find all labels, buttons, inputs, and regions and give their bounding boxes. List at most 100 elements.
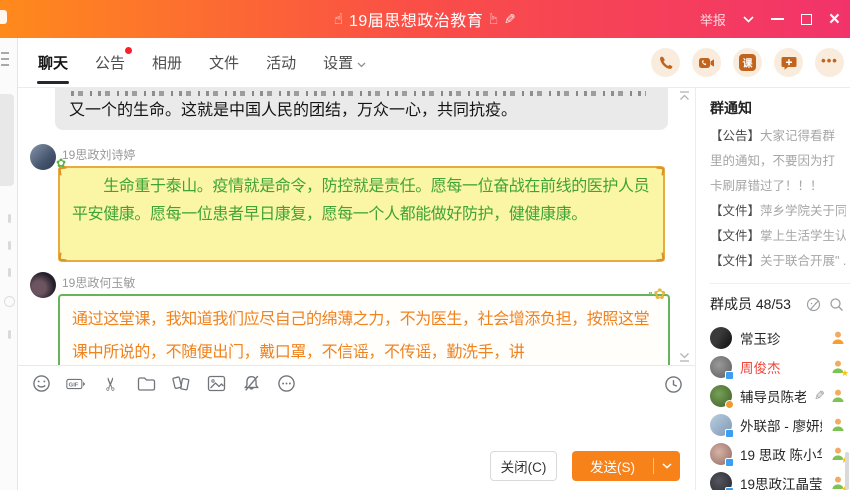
send-image-button[interactable] (206, 374, 226, 394)
member-row[interactable]: 辅导员陈老 ✎ (710, 381, 846, 410)
send-button-label: 发送(S) (572, 456, 653, 476)
tab-activities[interactable]: 活动 (266, 38, 296, 87)
message-text: 生命重于泰山。疫情就是命令，防控就是责任。愿每一位奋战在前线的医护人员平安健康。… (72, 173, 651, 229)
svg-text:GIF: GIF (69, 382, 79, 388)
edit-remark-icon[interactable]: ✎ (814, 388, 825, 404)
sender-name: 19思政刘诗婷 (62, 146, 135, 163)
member-row[interactable]: 19 思政 陈小华 ★ (710, 439, 846, 468)
member-name: 外联部 - 廖妍婷 (740, 415, 822, 435)
more-dots-icon: ••• (821, 53, 838, 68)
message-text: 通过这堂课，我知道我们应尽自己的绵薄之力，不为医生，社会增添负担，按照这堂课中所… (72, 303, 656, 365)
bell-slash-icon[interactable] (241, 374, 261, 394)
bubble-corner-decoration (58, 252, 67, 261)
avatar[interactable] (30, 272, 56, 298)
avatar[interactable] (710, 385, 732, 407)
send-button[interactable]: 发送(S) (572, 451, 680, 481)
more-actions-button[interactable]: ••• (815, 48, 844, 77)
message-text: 又一个的生命。这就是中国人民的团结，万众一心，共同抗疫。 (69, 96, 654, 126)
avatar[interactable] (710, 327, 732, 349)
send-options-chevron-icon[interactable] (654, 463, 680, 469)
minimize-button[interactable] (771, 18, 784, 20)
mobile-online-badge (725, 487, 734, 490)
composer-toolbar: GIF ✂ (18, 365, 695, 401)
close-window-button[interactable]: × (829, 10, 840, 29)
edit-title-icon[interactable]: ✎ (504, 11, 516, 28)
tab-album[interactable]: 相册 (152, 38, 182, 87)
mobile-online-badge (725, 429, 734, 438)
avatar[interactable] (30, 144, 56, 170)
notice-item[interactable]: 【文件】掌上生活学生认... (710, 224, 846, 249)
titlebar: ☝ 19届思想政治教育 ☝ ✎ 举报 × (0, 0, 850, 38)
class-icon: 课 (739, 54, 756, 71)
avatar[interactable] (710, 356, 732, 378)
notice-item[interactable]: 【文件】关于联合开展" ... (710, 249, 846, 274)
message-history-button[interactable] (663, 374, 683, 394)
new-post-button[interactable] (774, 48, 803, 77)
tab-files[interactable]: 文件 (209, 38, 239, 87)
emoji-button[interactable] (31, 374, 51, 394)
background-fragment (8, 241, 11, 250)
chevron-down-icon (357, 55, 366, 72)
member-level-icon: ★ (830, 475, 846, 490)
avatar[interactable] (710, 472, 732, 490)
report-button[interactable]: 举报 (700, 10, 726, 29)
tab-settings[interactable]: 设置 (323, 38, 366, 87)
member-level-icon (830, 417, 846, 433)
online-class-button[interactable]: 课 (733, 48, 762, 77)
group-chat-window: ☝ 19届思想政治教育 ☝ ✎ 举报 × 聊天 公告 (0, 0, 850, 490)
background-fragment (8, 330, 11, 339)
mobile-online-badge (725, 458, 734, 467)
member-row[interactable]: 外联部 - 廖妍婷 (710, 410, 846, 439)
scroll-to-top-button[interactable] (678, 90, 691, 103)
voice-call-button[interactable] (651, 48, 680, 77)
phone-icon (658, 55, 674, 71)
mobile-online-badge (725, 371, 734, 380)
chat-message-area: 又一个的生命。这就是中国人民的团结，万众一心，共同抗疫。 19思政刘诗婷 ✿ 生… (18, 88, 695, 365)
more-tools-button[interactable] (276, 374, 296, 394)
notice-item[interactable]: 【公告】大家记得看群里的通知，不要因为打卡刷屏错过了！！！ (710, 124, 846, 199)
close-button[interactable]: 关闭(C) (490, 451, 557, 481)
video-call-button[interactable] (692, 48, 721, 77)
scroll-to-bottom-button[interactable] (678, 350, 691, 363)
screen-share-button[interactable] (171, 374, 191, 394)
bubble-corner-decoration (655, 166, 664, 175)
notice-text: 萍乡学院关于同... (760, 204, 846, 218)
member-name: 常玉珍 (740, 328, 781, 348)
send-file-button[interactable] (136, 374, 156, 394)
video-camera-icon (698, 56, 715, 70)
avatar[interactable] (710, 414, 732, 436)
background-menu-icon (1, 52, 9, 70)
member-level-icon (830, 388, 846, 404)
search-member-icon[interactable] (829, 297, 844, 312)
anonymous-chat-icon[interactable] (806, 297, 821, 312)
members-header: 群成员 48/53 (710, 294, 844, 314)
member-row[interactable]: 常玉珍 (710, 323, 846, 352)
notice-tag: 【文件】 (710, 254, 760, 268)
notice-text: 关于联合开展" ... (760, 254, 846, 268)
notice-item[interactable]: 【文件】萍乡学院关于同... (710, 199, 846, 224)
message-bubble-yellow: ✿ 生命重于泰山。疫情就是命令，防控就是责任。愿每一位奋战在前线的医护人员平安健… (58, 166, 665, 262)
window-controls: 举报 × (700, 0, 840, 38)
member-row[interactable]: 周俊杰 ★ (710, 352, 846, 381)
member-name: 辅导员陈老 (740, 386, 806, 406)
notification-dot (125, 47, 132, 54)
notice-text: 掌上生活学生认... (760, 229, 846, 243)
gif-button[interactable]: GIF (66, 374, 86, 394)
sidebar-scrollbar[interactable] (845, 452, 849, 490)
tab-chat[interactable]: 聊天 (38, 38, 68, 87)
header-actions: 课 ••• (651, 48, 850, 77)
message-input[interactable] (18, 401, 695, 451)
tab-announcement[interactable]: 公告 (95, 38, 125, 87)
member-level-icon (830, 330, 846, 346)
group-sidebar: 群通知 【公告】大家记得看群里的通知，不要因为打卡刷屏错过了！！！ 【文件】萍乡… (695, 88, 850, 490)
background-app-strip (0, 38, 18, 490)
maximize-button[interactable] (801, 14, 812, 25)
star-icon: ★ (841, 369, 849, 378)
tab-bar: 聊天 公告 相册 文件 活动 设置 课 (18, 38, 850, 88)
screenshot-button[interactable]: ✂ (101, 374, 121, 394)
avatar[interactable] (710, 443, 732, 465)
main-window: 聊天 公告 相册 文件 活动 设置 课 (18, 38, 850, 490)
clipped-text-remnant (69, 88, 654, 96)
member-row[interactable]: 19思政江晶莹 ★ (710, 468, 846, 490)
chevron-down-icon[interactable] (743, 16, 754, 23)
